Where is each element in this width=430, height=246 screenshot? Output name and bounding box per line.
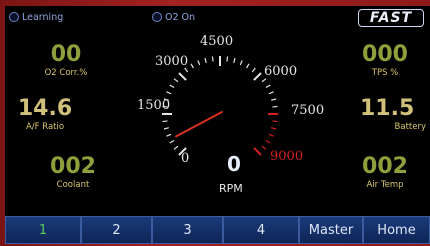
rpm-caption: RPM [219,182,243,195]
tab-3[interactable]: 3 [152,216,223,244]
gauge-tick [239,60,243,66]
gauge-tick [268,133,274,137]
gauge-tick [233,57,236,63]
gauge-tick [251,67,256,73]
gauge-tick [245,63,250,69]
tab-2[interactable]: 2 [81,216,152,244]
tab-home[interactable]: Home [363,216,430,244]
gauge-tick [162,120,168,123]
gauge-tick [197,60,201,66]
gauge-tick [173,145,179,150]
gauge-tick [190,63,195,69]
rpm-value: 0 [227,152,241,176]
page-tab-bar: 1 2 3 4 Master Home [5,216,430,244]
gauge-tick [169,139,175,144]
gauge-tick [166,91,172,95]
tick-label-1500: 1500 [137,98,171,113]
gauge-tick [272,120,278,123]
gauge-tick [173,78,179,83]
tab-master[interactable]: Master [299,216,363,244]
tick-label-6000: 6000 [264,64,298,79]
gauge-tick [265,84,271,89]
gauge-tick [169,84,175,89]
tick-label-0: 0 [181,151,190,166]
gauge-tick [253,72,262,81]
gauge-tick [271,98,277,101]
tab-4[interactable]: 4 [223,216,299,244]
gauge-tick [178,72,187,81]
gauge-needle [175,111,223,138]
gauge-tick [166,133,172,137]
gauge-tick [268,91,274,95]
gauge-tick [265,139,271,144]
gauge-tick [226,56,229,62]
gauge-tick [271,127,277,130]
tick-label-4500: 4500 [200,34,234,49]
gauge-tick [253,147,262,156]
dash-screen: Learning O2 On FAST 00 O2 Corr.% 14.6 A/… [5,6,430,244]
gauge-tick [211,56,214,62]
gauge-tick [261,145,267,150]
gauge-tick [204,57,207,63]
tick-label-7500: 7500 [291,103,325,118]
gauge-tick [272,105,278,108]
tick-label-9000: 9000 [270,149,304,164]
gauge-tick [261,78,267,83]
tab-1[interactable]: 1 [5,216,81,244]
gauge-tick [163,127,169,130]
tick-label-3000: 3000 [155,54,189,69]
